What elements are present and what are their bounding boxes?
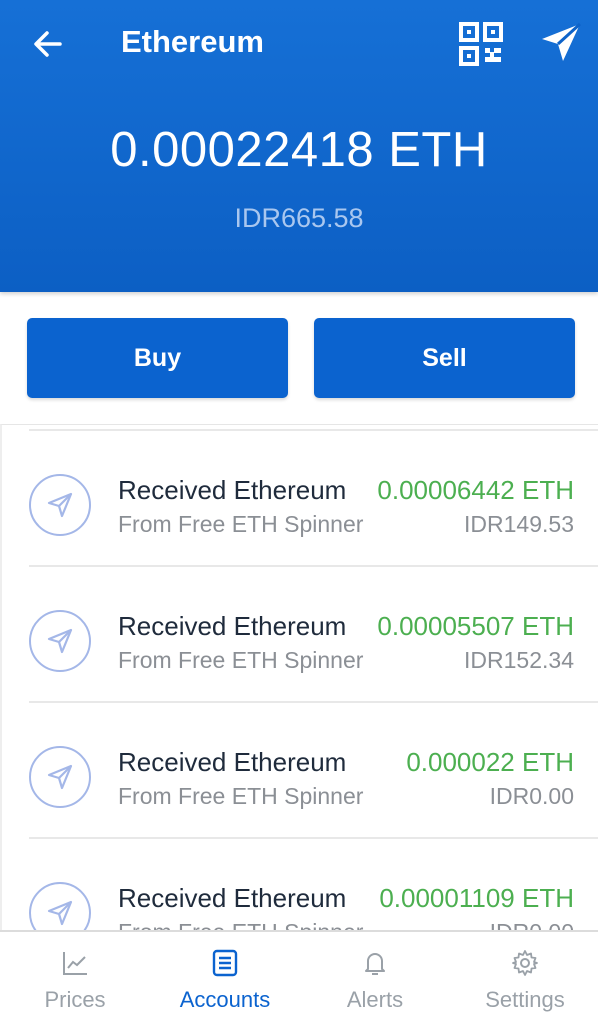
send-icon	[47, 764, 73, 790]
nav-item-prices[interactable]: Prices	[0, 932, 150, 1024]
transaction-list[interactable]: Received Ethereum From Free ETH Spinner …	[0, 424, 598, 930]
back-arrow-icon	[34, 31, 62, 57]
back-button[interactable]	[30, 26, 66, 62]
nav-label: Prices	[44, 987, 106, 1012]
tx-fiat-value: IDR0.00	[490, 919, 574, 930]
send-button[interactable]	[538, 20, 584, 66]
page-title: Ethereum	[121, 24, 264, 59]
tx-status-badge	[29, 474, 91, 536]
tx-title: Received Ethereum	[118, 883, 347, 913]
tx-title: Received Ethereum	[118, 611, 347, 641]
tx-title: Received Ethereum	[118, 747, 347, 777]
tx-amount: 0.00006442 ETH	[377, 475, 574, 505]
tx-title: Received Ethereum	[118, 475, 347, 505]
tx-fiat-value: IDR0.00	[489, 783, 574, 809]
buy-button[interactable]: Buy	[27, 318, 288, 398]
nav-item-accounts[interactable]: Accounts	[150, 932, 300, 1024]
nav-label: Alerts	[346, 987, 404, 1012]
tx-source: From Free ETH Spinner	[118, 647, 364, 673]
tx-source: From Free ETH Spinner	[118, 783, 364, 809]
qr-code-button[interactable]	[458, 21, 504, 67]
chart-icon	[63, 952, 87, 975]
tx-amount: 0.00005507 ETH	[377, 611, 574, 641]
tx-amount: 0.00001109 ETH	[379, 883, 574, 913]
nav-label: Settings	[485, 987, 565, 1012]
tx-source: From Free ETH Spinner	[118, 919, 363, 930]
tx-status-badge	[29, 882, 91, 930]
tx-fiat-value: IDR152.34	[464, 647, 574, 673]
bell-icon	[365, 953, 385, 975]
gear-icon	[512, 950, 538, 976]
action-bar: Buy Sell	[0, 292, 598, 424]
tx-source: From Free ETH Spinner	[118, 511, 364, 537]
transaction-row[interactable]: Received Ethereum From Free ETH Spinner …	[2, 839, 598, 930]
tx-amount: 0.000022 ETH	[406, 747, 574, 777]
tx-status-badge	[29, 746, 91, 808]
qr-code-icon	[459, 22, 503, 66]
bottom-navigation: Prices Accounts Alerts Settings	[0, 930, 598, 1024]
nav-label: Accounts	[179, 987, 271, 1012]
sell-button[interactable]: Sell	[314, 318, 575, 398]
send-icon	[47, 900, 73, 926]
wallet-header: Ethereum 0.00022418 ETH IDR665.58	[0, 0, 598, 292]
transaction-row[interactable]: Received Ethereum From Free ETH Spinner …	[2, 567, 598, 703]
list-icon	[212, 949, 238, 977]
fiat-balance: IDR665.58	[234, 203, 364, 233]
send-icon	[542, 22, 582, 61]
send-icon	[47, 628, 73, 654]
transaction-row[interactable]: Received Ethereum From Free ETH Spinner …	[2, 431, 598, 567]
crypto-balance: 0.00022418 ETH	[110, 123, 488, 177]
app-screen: Ethereum 0.00022418 ETH IDR665.58 Buy Se…	[0, 0, 598, 1024]
transaction-row[interactable]: Received Ethereum From Free ETH Spinner …	[2, 703, 598, 839]
nav-item-alerts[interactable]: Alerts	[300, 932, 450, 1024]
send-icon	[47, 492, 73, 518]
tx-status-badge	[29, 610, 91, 672]
nav-item-settings[interactable]: Settings	[450, 932, 598, 1024]
tx-fiat-value: IDR149.53	[464, 511, 574, 537]
